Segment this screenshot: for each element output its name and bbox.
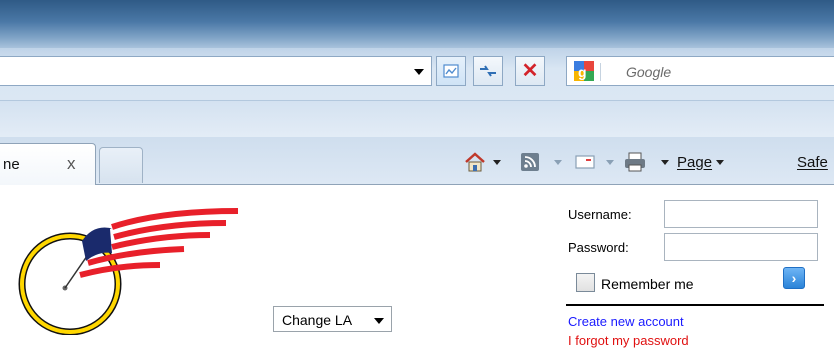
mail-button[interactable] — [575, 150, 595, 174]
google-icon: g — [574, 61, 594, 81]
url-dropdown-icon[interactable] — [414, 69, 424, 75]
mail-dropdown[interactable] — [606, 150, 614, 174]
home-dropdown[interactable] — [493, 150, 501, 174]
search-separator — [600, 63, 601, 81]
feeds-dropdown[interactable] — [554, 150, 562, 174]
print-button[interactable] — [623, 150, 647, 174]
tab-close-icon[interactable]: x — [67, 154, 76, 174]
forgot-password-link[interactable]: I forgot my password — [568, 333, 689, 348]
search-input[interactable]: g Google — [566, 56, 834, 86]
password-field[interactable] — [664, 233, 818, 261]
feeds-icon — [521, 153, 539, 171]
username-label: Username: — [568, 207, 632, 222]
page-menu[interactable]: Page — [677, 150, 725, 174]
svg-text:g: g — [578, 64, 587, 80]
mail-icon — [575, 155, 595, 169]
create-account-link[interactable]: Create new account — [568, 314, 684, 329]
page-menu-label: Page — [677, 153, 713, 171]
safety-menu-label: Safe — [797, 153, 828, 171]
compatibility-view-icon — [443, 64, 459, 78]
tab-current[interactable]: ne x — [0, 143, 96, 185]
chevron-down-icon — [606, 159, 614, 165]
username-field[interactable] — [664, 200, 818, 228]
window-title-bar — [0, 0, 834, 48]
chevron-down-icon — [374, 318, 384, 324]
compatibility-view-button[interactable] — [436, 56, 466, 86]
address-bar: ✕ g Google — [0, 48, 834, 100]
new-tab-button[interactable] — [99, 147, 143, 183]
change-select-value: Change LA — [282, 312, 353, 328]
chevron-down-icon — [554, 159, 562, 165]
home-icon — [465, 152, 485, 172]
password-label: Password: — [568, 240, 629, 255]
refresh-icon — [480, 65, 496, 77]
home-button[interactable] — [463, 150, 487, 174]
stop-icon: ✕ — [521, 60, 539, 82]
stop-button[interactable]: ✕ — [515, 56, 545, 86]
chevron-down-icon — [493, 159, 501, 165]
chevron-down-icon — [661, 159, 669, 165]
favorites-bar — [0, 100, 834, 137]
site-logo — [18, 208, 239, 335]
print-dropdown[interactable] — [661, 150, 669, 174]
feeds-button[interactable] — [520, 150, 540, 174]
refresh-button[interactable] — [473, 56, 503, 86]
change-select[interactable]: Change LA — [273, 306, 392, 332]
chevron-down-icon — [716, 159, 725, 165]
tab-title: ne — [3, 156, 20, 173]
login-submit-button[interactable]: › — [783, 267, 805, 289]
url-input[interactable] — [0, 56, 432, 86]
search-placeholder: Google — [626, 64, 672, 80]
print-icon — [625, 152, 645, 172]
remember-me-label: Remember me — [601, 276, 694, 292]
login-divider — [566, 304, 824, 306]
remember-me-checkbox[interactable] — [576, 273, 595, 292]
safety-menu[interactable]: Safe — [797, 150, 828, 174]
